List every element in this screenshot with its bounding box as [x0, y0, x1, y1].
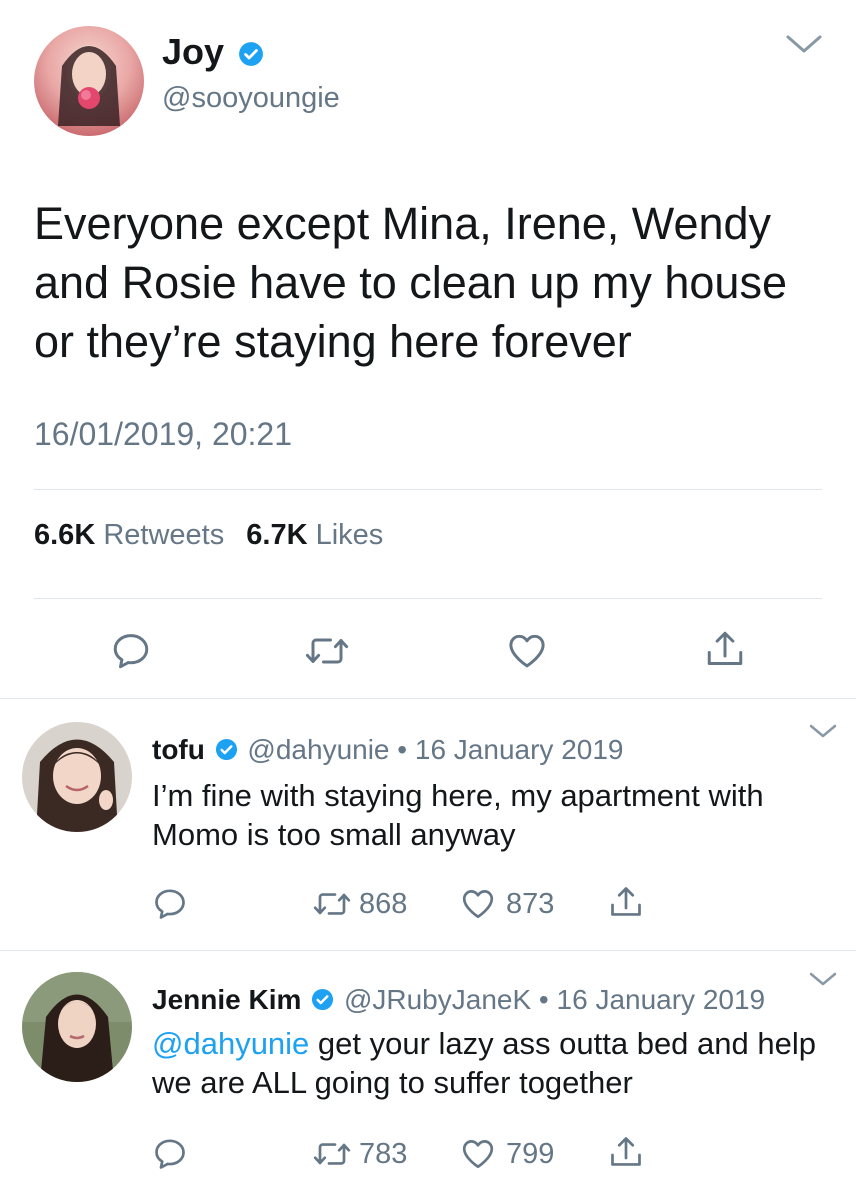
avatar[interactable]	[22, 722, 132, 832]
divider	[34, 489, 822, 490]
like-icon[interactable]	[460, 886, 496, 922]
retweet-icon[interactable]	[312, 1136, 352, 1172]
divider	[34, 598, 822, 599]
verified-badge-icon	[311, 985, 334, 1019]
reply-icon[interactable]	[152, 1136, 188, 1172]
divider	[0, 950, 856, 951]
like-icon[interactable]	[460, 1136, 496, 1172]
chevron-down-icon[interactable]	[784, 32, 824, 56]
share-icon[interactable]	[704, 628, 746, 670]
tweet-date[interactable]: 16 January 2019	[557, 984, 766, 1015]
like-icon[interactable]	[506, 630, 548, 672]
tweet-text: @dahyunie get your lazy ass outta bed an…	[152, 1024, 832, 1102]
chevron-down-icon[interactable]	[808, 970, 838, 988]
tweet-text: I’m fine with staying here, my apartment…	[152, 776, 812, 854]
retweets-stat[interactable]: 6.6K Retweets	[34, 519, 232, 551]
mention-link[interactable]: @dahyunie	[152, 1026, 309, 1061]
author-handle[interactable]: @dahyunie	[247, 734, 389, 765]
avatar[interactable]	[34, 26, 144, 136]
avatar[interactable]	[22, 972, 132, 1082]
retweets-count: 6.6K	[34, 519, 96, 551]
likes-count: 6.7K	[246, 519, 308, 551]
like-count: 873	[506, 888, 555, 920]
engagement-stats: 6.6K Retweets 6.7K Likes	[34, 519, 383, 552]
retweet-count: 783	[359, 1138, 408, 1170]
author-name[interactable]: tofu	[152, 734, 205, 765]
chevron-down-icon[interactable]	[808, 722, 838, 740]
author-name[interactable]: Joy	[162, 31, 224, 72]
verified-badge-icon	[215, 735, 238, 769]
likes-stat[interactable]: 6.7K Likes	[246, 519, 383, 551]
author-handle[interactable]: @sooyoungie	[162, 82, 340, 115]
verified-badge-icon	[238, 33, 264, 76]
retweet-icon[interactable]	[312, 886, 352, 922]
tweet-timestamp: 16/01/2019, 20:21	[34, 416, 293, 452]
share-icon[interactable]	[608, 884, 644, 920]
reply-icon[interactable]	[110, 630, 152, 672]
separator: •	[397, 734, 408, 765]
author-handle[interactable]: @JRubyJaneK	[344, 984, 531, 1015]
divider	[0, 698, 856, 699]
retweet-count: 868	[359, 888, 408, 920]
author-name[interactable]: Jennie Kim	[152, 984, 301, 1015]
separator: •	[538, 984, 549, 1015]
retweets-label: Retweets	[103, 519, 225, 551]
share-icon[interactable]	[608, 1134, 644, 1170]
likes-label: Likes	[315, 519, 384, 551]
retweet-icon[interactable]	[304, 630, 350, 672]
tweet-text: Everyone except Mina, Irene, Wendy and R…	[34, 198, 787, 367]
reply-icon[interactable]	[152, 886, 188, 922]
tweet-date[interactable]: 16 January 2019	[415, 734, 624, 765]
tweet-body: I’m fine with staying here, my apartment…	[152, 778, 764, 852]
like-count: 799	[506, 1138, 555, 1170]
